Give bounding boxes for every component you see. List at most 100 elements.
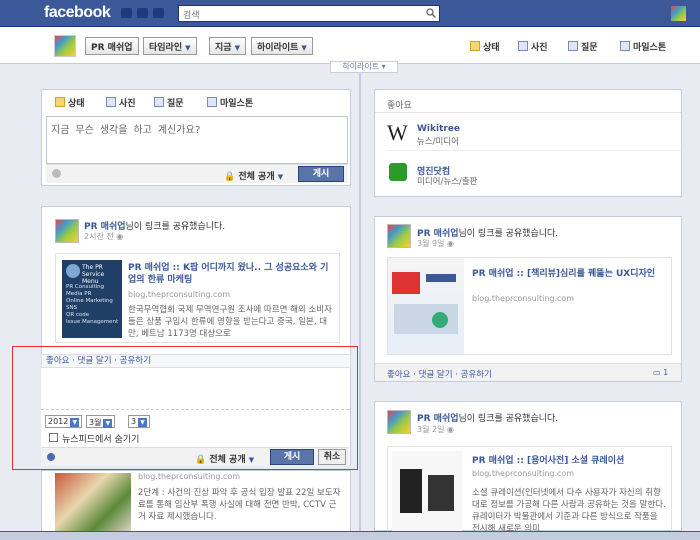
globe-icon: ◉	[447, 239, 454, 248]
nav-question-label: 질문	[581, 43, 598, 53]
composer-tab-status[interactable]: 상태	[55, 96, 85, 109]
facebook-logo[interactable]: facebook	[44, 4, 111, 22]
timeline-label: 타임라인	[149, 43, 183, 53]
thumbnail-line: PR Consulting	[66, 284, 105, 290]
timeline-spine	[359, 64, 361, 534]
link-url: blog.theprconsulting.com	[138, 472, 241, 481]
photo-icon	[106, 97, 116, 107]
nav-question-button[interactable]: 질문	[568, 40, 598, 53]
nav-photo-button[interactable]: 사진	[518, 40, 548, 53]
milestone-icon	[207, 97, 217, 107]
thumbnail-shape	[392, 272, 420, 294]
divider	[387, 150, 681, 151]
privacy-label: 전체 공개	[238, 172, 275, 182]
chevron-down-icon: ▼	[185, 44, 191, 52]
page-avatar[interactable]	[54, 35, 76, 57]
nav-photo-label: 사진	[531, 43, 548, 53]
composer-tab-milestone[interactable]: 마일스톤	[207, 96, 253, 109]
timeline-highlights-label[interactable]: 하이라이트 ▾	[330, 61, 398, 73]
thumbnail-logo-icon	[66, 264, 80, 278]
now-dropdown[interactable]: 지금 ▼	[209, 37, 246, 55]
composer-tab-milestone-label: 마일스톤	[220, 99, 254, 109]
youngjin-logo-icon[interactable]	[389, 163, 407, 181]
status-icon	[470, 41, 480, 51]
post-card: PR 매쉬업님이 링크를 공유했습니다. 3월 9일 ◉ PR 매쉬업 :: […	[374, 216, 682, 382]
post-time-label: 3월 9일	[417, 239, 445, 248]
thumbnail-line: Online Marketing	[66, 298, 113, 304]
like-item-category: 뉴스/미디어	[417, 137, 459, 147]
wikitree-logo-icon[interactable]: W	[387, 122, 409, 144]
timeline-dropdown[interactable]: 타임라인 ▼	[143, 37, 197, 55]
link-thumbnail[interactable]	[55, 473, 131, 531]
like-item-name[interactable]: Wikitree	[417, 124, 460, 134]
profile-avatar[interactable]	[671, 6, 686, 21]
link-preview[interactable]: The PR Service Menu PR Consulting Media …	[55, 253, 340, 343]
chevron-down-icon: ▼	[234, 44, 240, 52]
thumbnail-header: The PR Service Menu	[82, 264, 105, 285]
link-description: 2단계 : 사건의 진상 파악 후 공식 입장 발표 22일 보도자료를 통해 …	[138, 488, 341, 522]
post-header: PR 매쉬업님이 링크를 공유했습니다.	[417, 411, 558, 424]
post-time[interactable]: 3월 2일 ◉	[417, 424, 454, 435]
post-card: PR 매쉬업님이 링크를 공유했습니다. 3월 2일 ◉ PR 매쉬업 :: […	[374, 401, 682, 532]
comment-icon: ▭	[653, 368, 661, 377]
highlight-box	[12, 346, 358, 470]
status-textarea[interactable]: 지금 무슨 생각을 하고 계신가요?	[46, 116, 348, 164]
link-title[interactable]: PR 매쉬업 :: [용어사전] 소셜 큐레이션	[472, 455, 667, 467]
status-placeholder: 지금 무슨 생각을 하고 계신가요?	[51, 125, 201, 136]
globe-icon: ◉	[447, 425, 454, 434]
nav-status-button[interactable]: 상태	[470, 40, 500, 53]
link-url: blog.theprconsulting.com	[472, 294, 575, 303]
nav-milestone-label: 마일스톤	[633, 43, 667, 53]
question-icon	[568, 41, 578, 51]
post-button[interactable]: 게시	[298, 166, 344, 182]
post-time-label: 2시간 전	[84, 232, 114, 241]
link-url: blog.theprconsulting.com	[128, 290, 231, 299]
question-icon	[154, 97, 164, 107]
thumbnail-text: PR Consulting Media PR Online Marketing …	[66, 284, 118, 326]
chevron-down-icon: ▼	[277, 173, 284, 181]
post-author-avatar[interactable]	[387, 410, 411, 434]
likes-card: 좋아요 W Wikitree 뉴스/미디어 영진닷컴 미디어/뉴스/출판	[374, 89, 682, 197]
link-title[interactable]: PR 매쉬업 :: [책리뷰]심리를 꿰뚫는 UX디자인	[472, 268, 667, 280]
composer-tab-question[interactable]: 질문	[154, 96, 184, 109]
location-icon[interactable]	[52, 169, 61, 178]
thumbnail-shape	[394, 304, 458, 334]
link-preview[interactable]: PR 매쉬업 :: [용어사전] 소셜 큐레이션 blog.theprconsu…	[387, 446, 672, 532]
nav-milestone-button[interactable]: 마일스톤	[620, 40, 666, 53]
post-author-avatar[interactable]	[387, 224, 411, 248]
link-thumbnail: The PR Service Menu PR Consulting Media …	[62, 260, 122, 338]
milestone-icon	[620, 41, 630, 51]
comment-count-label: 1	[663, 368, 669, 377]
link-url: blog.theprconsulting.com	[472, 469, 575, 478]
like-item-category: 미디어/뉴스/출판	[417, 177, 478, 187]
link-thumbnail	[392, 451, 462, 531]
timeline-nav: PR 매쉬업 타임라인 ▼ 지금 ▼ 하이라이트 ▼ 상태 사진 질문 마일스톤	[0, 27, 700, 64]
thumbnail-line: Media PR	[66, 291, 92, 297]
post-footer: 좋아요 · 댓글 달기 · 공유하기 ▭ 1	[375, 363, 681, 381]
comment-count[interactable]: ▭ 1	[653, 368, 668, 377]
post-author-link[interactable]: PR 매쉬업	[417, 414, 459, 424]
messages-icon[interactable]	[137, 8, 148, 18]
composer-tab-photo[interactable]: 사진	[106, 96, 136, 109]
link-preview[interactable]: PR 매쉬업 :: [책리뷰]심리를 꿰뚫는 UX디자인 blog.theprc…	[387, 257, 672, 355]
privacy-selector[interactable]: 🔒 전체 공개 ▼	[224, 169, 283, 182]
bottom-bar	[0, 531, 700, 540]
post-author-avatar[interactable]	[55, 219, 79, 243]
highlights-dropdown[interactable]: 하이라이트 ▼	[251, 37, 313, 55]
composer-footer: 🔒 전체 공개 ▼ 게시	[46, 164, 348, 183]
thumbnail-line: Issue Management	[66, 319, 119, 325]
search-input[interactable]: 검색	[178, 5, 440, 22]
thumbnail-line: QR code	[66, 312, 90, 318]
post-actions[interactable]: 좋아요 · 댓글 달기 · 공유하기	[387, 368, 492, 380]
composer-tab-photo-label: 사진	[119, 99, 136, 109]
link-thumbnail	[388, 258, 464, 354]
post-time[interactable]: 3월 9일 ◉	[417, 238, 454, 249]
link-description: 소셜 큐레이션(인터넷에서 다수 사용자가 자신의 취향대로 정보를 가공해 다…	[472, 488, 666, 532]
friend-requests-icon[interactable]	[121, 8, 132, 18]
post-time[interactable]: 2시간 전 ◉	[84, 231, 123, 242]
link-title[interactable]: PR 매쉬업 :: K팝 어디까지 왔나.. 그 성공요소와 기업의 한류 마케…	[128, 262, 333, 286]
page-name-button[interactable]: PR 매쉬업	[85, 37, 139, 55]
search-icon[interactable]	[426, 8, 436, 18]
notifications-icon[interactable]	[153, 8, 164, 18]
highlights-label: 하이라이트	[257, 43, 299, 53]
